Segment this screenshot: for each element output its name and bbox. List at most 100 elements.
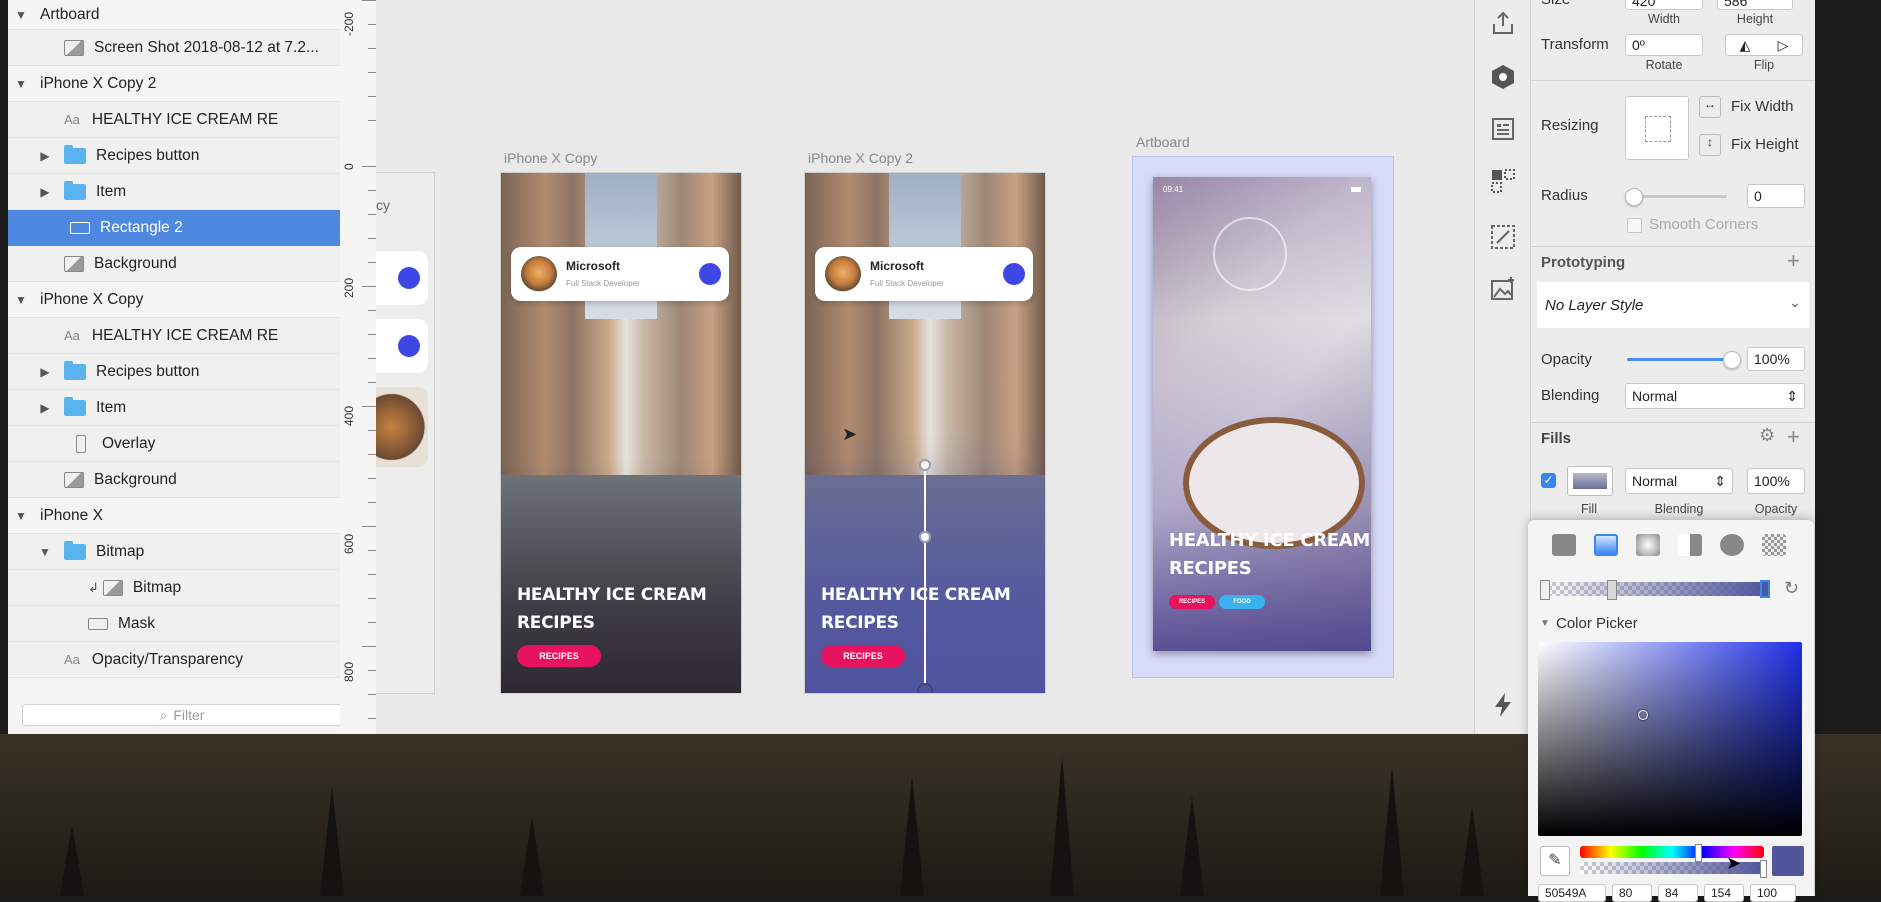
symbols-icon[interactable] — [1488, 166, 1518, 196]
layer-row[interactable]: ↲ Bitmap — [8, 570, 340, 606]
layer-row[interactable]: ▼ Bitmap — [8, 534, 340, 570]
artboard-selected-frame[interactable]: 09:41 HEALTHY ICE CREAM RECIPES RECIPES … — [1132, 156, 1394, 678]
alpha-input[interactable]: 100 — [1750, 884, 1796, 902]
artboard-iphone-x-copy[interactable]: Microsoft Full Stack Developer HEALTHY I… — [500, 172, 742, 694]
lightning-icon[interactable] — [1488, 690, 1518, 720]
layer-style-dropdown[interactable]: No Layer Style ⌄ — [1537, 282, 1809, 328]
disclosure-right-icon[interactable]: ▶ — [38, 365, 52, 379]
partial-artboard[interactable]: cy — [376, 172, 435, 694]
inspector-list-icon[interactable] — [1488, 114, 1518, 144]
gradient-end-handle[interactable] — [917, 683, 933, 693]
disclosure-down-icon[interactable]: ▼ — [38, 545, 52, 559]
fix-height-label[interactable]: Fix Height — [1731, 136, 1799, 153]
gradient-stop-end[interactable] — [1760, 580, 1770, 598]
rotate-gradient-icon[interactable]: ↻ — [1784, 578, 1799, 599]
hue-slider-knob[interactable] — [1695, 844, 1702, 862]
layer-row[interactable]: Aa HEALTHY ICE CREAM RE — [8, 318, 340, 354]
flip-buttons[interactable]: ◭ ▷ — [1725, 34, 1803, 56]
green-input[interactable]: 84 — [1658, 884, 1698, 902]
hex-input[interactable]: 50549A — [1538, 884, 1606, 902]
layer-row[interactable]: Screen Shot 2018-08-12 at 7.2... — [8, 30, 340, 66]
export-icon[interactable] — [1488, 8, 1518, 38]
layer-row[interactable]: Background — [8, 462, 340, 498]
alpha-slider-knob[interactable] — [1760, 860, 1767, 878]
path-edit-icon[interactable] — [1488, 222, 1518, 252]
angular-gradient-icon[interactable] — [1678, 534, 1702, 556]
solid-fill-icon[interactable] — [1552, 534, 1576, 556]
rotate-input[interactable]: 0º — [1625, 34, 1703, 56]
layer-row[interactable]: ▶ Recipes button — [8, 354, 340, 390]
layer-label: Bitmap — [96, 542, 145, 560]
disclosure-right-icon[interactable]: ▶ — [38, 401, 52, 415]
layer-row[interactable]: ▼ iPhone X Copy — [8, 282, 340, 318]
flip-horizontal-icon[interactable]: ◭ — [1740, 37, 1751, 54]
radius-input[interactable]: 0 — [1747, 184, 1805, 208]
add-prototyping-icon[interactable]: + — [1787, 248, 1800, 274]
rotate-caption: Rotate — [1645, 58, 1683, 72]
layer-row[interactable]: ▼ iPhone X — [8, 498, 340, 534]
fill-color-well[interactable] — [1567, 466, 1613, 496]
fix-width-label[interactable]: Fix Width — [1731, 98, 1794, 115]
disclosure-down-icon[interactable]: ▼ — [14, 509, 28, 523]
layer-row-selected[interactable]: Rectangle 2 — [8, 210, 340, 246]
color-field-cursor[interactable] — [1638, 710, 1648, 720]
disclosure-down-icon[interactable]: ▼ — [14, 77, 28, 91]
hexagon-icon[interactable] — [1488, 62, 1518, 92]
gradient-stop-handle[interactable] — [919, 531, 931, 543]
opacity-input[interactable]: 100% — [1747, 347, 1805, 371]
layer-row[interactable]: Aa Opacity/Transparency — [8, 642, 340, 678]
width-input[interactable]: 420 — [1625, 0, 1703, 10]
flip-vertical-icon[interactable]: ▷ — [1778, 37, 1789, 54]
gradient-stop-mid[interactable] — [1607, 580, 1617, 600]
layer-row[interactable]: Mask — [8, 606, 340, 642]
gradient-bar[interactable] — [1540, 582, 1768, 596]
fill-blending-select[interactable]: Normal ⇕ — [1625, 468, 1733, 494]
pattern-fill-icon[interactable] — [1720, 534, 1744, 556]
resizing-control[interactable] — [1625, 96, 1689, 160]
height-input[interactable]: 586 — [1717, 0, 1793, 10]
opacity-slider[interactable] — [1627, 358, 1731, 361]
fix-width-icon[interactable]: ↔ — [1699, 96, 1721, 118]
eyedropper-icon[interactable]: ✎ — [1540, 846, 1570, 876]
layer-row[interactable]: Overlay — [8, 426, 340, 462]
design-canvas[interactable]: cy iPhone X Copy Microsoft Full Stack De… — [376, 0, 1474, 734]
noise-fill-icon[interactable] — [1762, 534, 1786, 556]
layer-row[interactable]: ▶ Item — [8, 390, 340, 426]
artboard-label[interactable]: iPhone X Copy 2 — [808, 150, 913, 166]
fill-enabled-checkbox[interactable]: ✓ — [1541, 473, 1556, 488]
gradient-stop-start[interactable] — [1540, 580, 1550, 600]
add-fill-icon[interactable]: + — [1787, 424, 1800, 450]
disclosure-right-icon[interactable]: ▶ — [38, 185, 52, 199]
opacity-slider-knob[interactable] — [1723, 351, 1741, 369]
saturation-brightness-field[interactable] — [1538, 642, 1802, 836]
layer-row[interactable]: ▼ iPhone X Copy 2 — [8, 66, 340, 102]
artboard-ice-cream[interactable]: 09:41 HEALTHY ICE CREAM RECIPES RECIPES … — [1153, 177, 1371, 651]
disclosure-right-icon[interactable]: ▶ — [38, 149, 52, 163]
fill-settings-gear-icon[interactable]: ⚙ — [1759, 425, 1775, 446]
layer-row[interactable]: Background — [8, 246, 340, 282]
layer-row[interactable]: ▶ Item — [8, 174, 340, 210]
blending-select[interactable]: Normal ⇕ — [1625, 383, 1805, 409]
artboard-iphone-x-copy-2[interactable]: Microsoft Full Stack Developer HEALTHY I… — [804, 172, 1046, 694]
linear-gradient-icon[interactable] — [1594, 534, 1618, 556]
red-input[interactable]: 80 — [1612, 884, 1652, 902]
image-add-icon[interactable] — [1488, 274, 1518, 304]
layer-row[interactable]: Aa HEALTHY ICE CREAM RE — [8, 102, 340, 138]
disclosure-down-icon[interactable]: ▼ — [14, 8, 28, 22]
disclosure-down-icon[interactable]: ▼ — [1540, 618, 1550, 629]
disclosure-down-icon[interactable]: ▼ — [14, 293, 28, 307]
fill-opacity-input[interactable]: 100% — [1747, 468, 1805, 494]
blue-input[interactable]: 154 — [1704, 884, 1744, 902]
layer-label: iPhone X — [40, 506, 103, 524]
artboard-label[interactable]: iPhone X Copy — [504, 150, 597, 166]
layer-row[interactable]: ▶ Recipes button — [8, 138, 340, 174]
layer-row[interactable]: ▼ Artboard — [8, 0, 340, 30]
filter-search-input[interactable]: ⌕ Filter — [22, 704, 342, 726]
radius-slider-knob[interactable] — [1625, 188, 1643, 206]
gradient-stop-handle[interactable] — [919, 459, 931, 471]
fix-height-icon[interactable]: ↕ — [1699, 134, 1721, 156]
artboard-label[interactable]: Artboard — [1136, 134, 1190, 150]
status-dot — [398, 335, 420, 357]
smooth-corners-checkbox[interactable] — [1627, 218, 1642, 233]
radial-gradient-icon[interactable] — [1636, 534, 1660, 556]
